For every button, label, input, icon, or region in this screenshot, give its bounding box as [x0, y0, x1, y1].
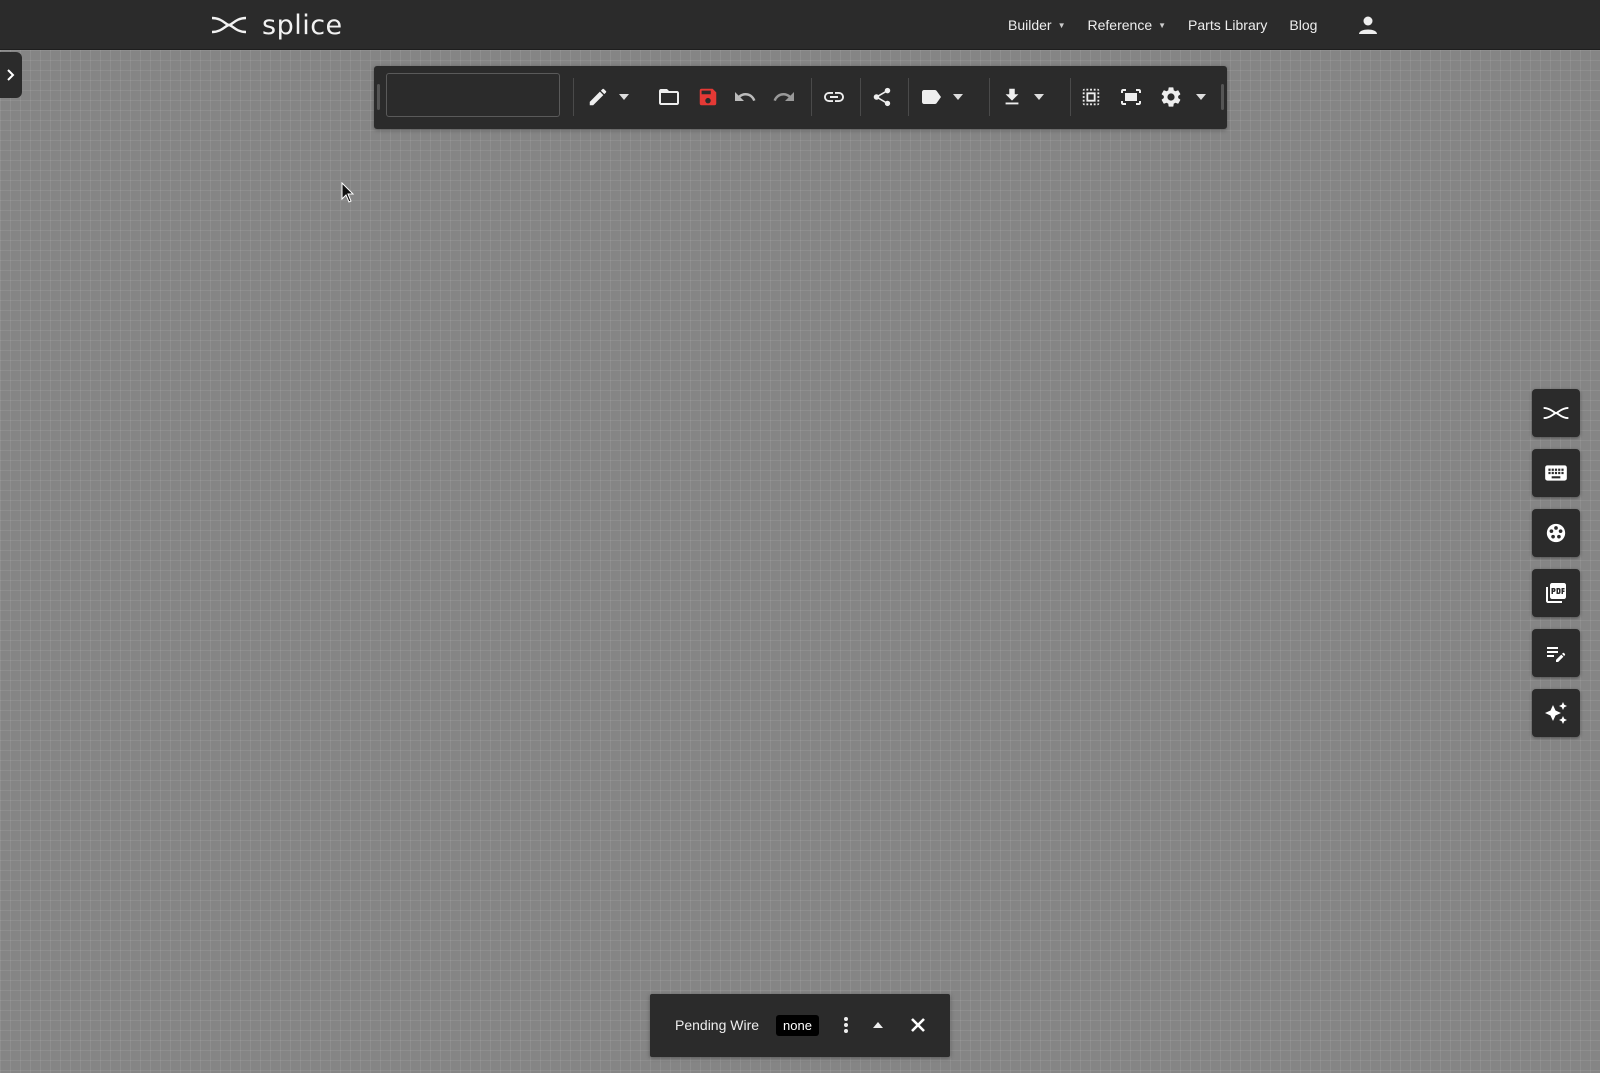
- nav-blog-label: Blog: [1289, 17, 1318, 33]
- gear-icon[interactable]: [1157, 83, 1185, 111]
- splice-logo-icon: [1543, 406, 1569, 420]
- toolbar-divider: [908, 78, 909, 116]
- sparkle-icon: [1545, 702, 1567, 724]
- pending-wire-label: Pending Wire: [675, 1017, 760, 1033]
- main-toolbar: [374, 66, 1227, 129]
- caret-down-icon: ▼: [1057, 20, 1066, 30]
- toolbar-divider: [1070, 78, 1071, 116]
- download-dropdown-caret-icon[interactable]: [1032, 92, 1046, 102]
- label-icon[interactable]: [917, 83, 945, 111]
- parts-icon: [1546, 523, 1566, 543]
- fit-screen-icon[interactable]: [1117, 83, 1145, 111]
- link-icon[interactable]: [820, 83, 848, 111]
- splice-logo-icon: [211, 16, 247, 34]
- toolbar-divider: [573, 78, 574, 116]
- diagram-name-input[interactable]: [386, 73, 560, 117]
- pending-wire-bar: Pending Wire none: [650, 994, 950, 1057]
- sidebar-expand-button[interactable]: [0, 52, 22, 98]
- top-navbar: splice Builder ▼ Reference ▼ Parts Libra…: [0, 0, 1600, 50]
- nav-blog[interactable]: Blog: [1289, 17, 1317, 33]
- settings-dropdown-caret-icon[interactable]: [1194, 92, 1208, 102]
- nav-parts-library[interactable]: Parts Library: [1188, 17, 1267, 33]
- close-icon[interactable]: [906, 1013, 930, 1037]
- redo-icon[interactable]: [770, 83, 798, 111]
- toolbar-divider: [860, 78, 861, 116]
- keyboard-icon: [1545, 465, 1567, 481]
- label-dropdown-caret-icon[interactable]: [951, 92, 965, 102]
- ai-assist-panel-button[interactable]: [1532, 689, 1580, 737]
- save-icon[interactable]: [694, 83, 722, 111]
- nav-links: Builder ▼ Reference ▼ Parts Library Blog: [1008, 0, 1339, 50]
- mouse-cursor-icon: [341, 182, 355, 203]
- select-all-icon[interactable]: [1077, 83, 1105, 111]
- account-icon[interactable]: [1356, 13, 1380, 37]
- more-vert-icon[interactable]: [834, 1013, 858, 1037]
- parts-panel-button[interactable]: [1532, 509, 1580, 557]
- toolbar-divider: [811, 78, 812, 116]
- caret-down-icon: ▼: [1158, 20, 1167, 30]
- chevron-right-icon: [7, 69, 15, 81]
- nav-parts-library-label: Parts Library: [1188, 17, 1268, 33]
- notes-panel-button[interactable]: [1532, 629, 1580, 677]
- keyboard-panel-button[interactable]: [1532, 449, 1580, 497]
- toolbar-drag-handle[interactable]: [1221, 84, 1224, 110]
- nav-reference-label: Reference: [1087, 17, 1153, 33]
- undo-icon[interactable]: [731, 83, 759, 111]
- nav-builder[interactable]: Builder ▼: [1008, 17, 1066, 33]
- brand-logo[interactable]: splice: [210, 8, 343, 42]
- brand-name: splice: [262, 9, 343, 41]
- pdf-icon: [1546, 583, 1566, 603]
- toolbar-drag-handle[interactable]: [377, 84, 380, 110]
- share-icon[interactable]: [868, 83, 896, 111]
- download-icon[interactable]: [998, 83, 1026, 111]
- nav-builder-label: Builder: [1008, 17, 1052, 33]
- caret-up-icon[interactable]: [866, 1013, 890, 1037]
- nav-reference[interactable]: Reference ▼: [1088, 17, 1167, 33]
- pending-wire-status-badge: none: [776, 1015, 819, 1036]
- pdf-panel-button[interactable]: [1532, 569, 1580, 617]
- folder-open-icon[interactable]: [655, 83, 683, 111]
- splice-panel-button[interactable]: [1532, 389, 1580, 437]
- pencil-dropdown-caret-icon[interactable]: [617, 92, 631, 102]
- pencil-icon[interactable]: [584, 83, 612, 111]
- notes-edit-icon: [1547, 647, 1566, 662]
- toolbar-divider: [989, 78, 990, 116]
